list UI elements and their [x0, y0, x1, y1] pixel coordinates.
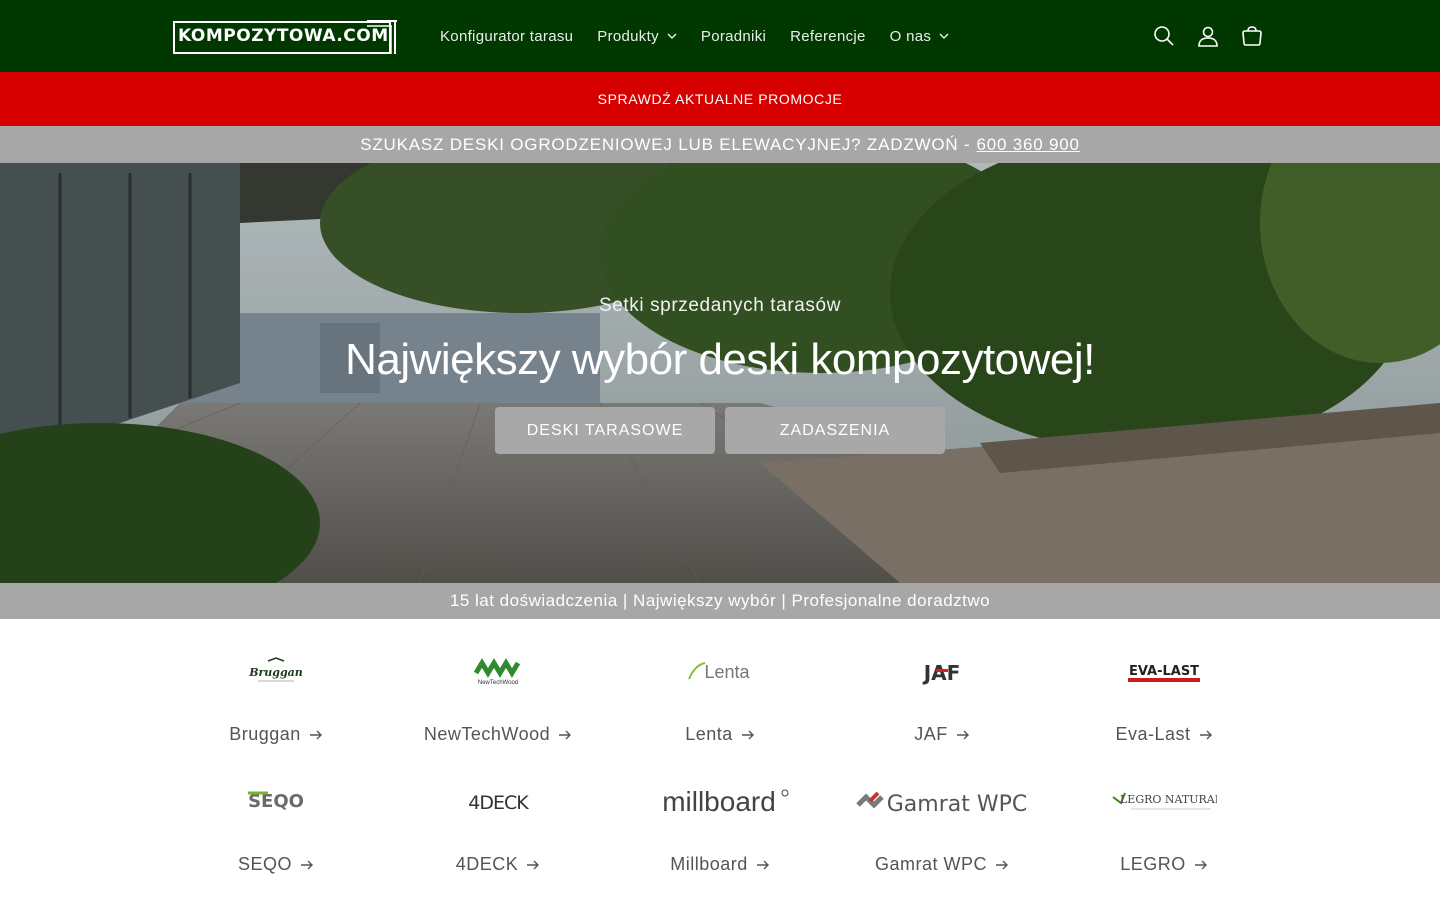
arrow-right-icon	[741, 730, 754, 739]
svg-text:Gamrat WPC: Gamrat WPC	[887, 792, 1028, 817]
brand-name: Millboard	[670, 854, 748, 874]
arrow-right-icon	[309, 730, 322, 739]
brand-card-jaf[interactable]: JAF JAF	[831, 640, 1053, 752]
jaf-logo[interactable]: JAF	[831, 640, 1053, 704]
nav-item-label: Produkty	[597, 27, 659, 45]
4deck-logo[interactable]: 4DECK	[387, 770, 609, 834]
brand-card-seqo[interactable]: SEQO SEQO	[165, 770, 387, 882]
hero-buttons: DESKI TARASOWE ZADASZENIA	[495, 407, 945, 454]
hero-title: Największy wybór deski kompozytowej!	[345, 335, 1095, 384]
brand-name: Eva-Last	[1115, 724, 1191, 744]
svg-text:Bruggan: Bruggan	[248, 666, 303, 679]
svg-text:millboard: millboard	[662, 786, 776, 817]
brand-link[interactable]: Lenta	[609, 724, 831, 745]
svg-text:LEGRO NATURAL: LEGRO NATURAL	[1120, 793, 1217, 806]
phone-bar-text: SZUKASZ DESKI OGRODZENIOWEJ LUB ELEWACYJ…	[360, 134, 971, 154]
brands-grid: Bruggan Bruggan NewTechWood NewTechWood …	[165, 640, 1275, 882]
arrow-right-icon	[301, 860, 313, 869]
nav-item-label: O nas	[889, 27, 932, 45]
promo-text: SPRAWDŹ AKTUALNE PROMOCJE	[597, 91, 843, 107]
svg-text:NewTechWood: NewTechWood	[478, 680, 518, 686]
brand-link[interactable]: SEQO	[165, 854, 387, 875]
brand-name: Bruggan	[229, 724, 301, 744]
brand-link[interactable]: 4DECK	[387, 854, 609, 875]
brand-link[interactable]: Eva-Last	[1053, 724, 1275, 745]
phone-bar: SZUKASZ DESKI OGRODZENIOWEJ LUB ELEWACYJ…	[0, 126, 1440, 163]
brand-card-lenta[interactable]: Lenta Lenta	[609, 640, 831, 752]
brand-name: LEGRO	[1120, 854, 1186, 874]
site-logo[interactable]: KOMPOZYTOWA.COM	[173, 18, 397, 54]
brand-name: JAF	[914, 724, 948, 744]
arrow-right-icon	[527, 860, 540, 869]
newtechwood-logo[interactable]: NewTechWood	[387, 640, 609, 704]
brand-card-4deck[interactable]: 4DECK 4DECK	[387, 770, 609, 882]
brand-link[interactable]: JAF	[831, 724, 1053, 745]
logo-text: KOMPOZYTOWA.COM	[178, 26, 389, 46]
main-nav: Konfigurator tarasu Produkty Poradniki R…	[428, 0, 961, 72]
legro-logo[interactable]: LEGRO NATURAL	[1053, 770, 1275, 834]
seqo-logo[interactable]: SEQO	[165, 770, 387, 834]
account-icon[interactable]	[1196, 22, 1220, 50]
brand-name: Gamrat WPC	[874, 854, 987, 874]
bruggan-logo[interactable]: Bruggan	[165, 640, 387, 704]
svg-text:Lenta: Lenta	[704, 662, 750, 682]
arrow-right-icon	[756, 860, 769, 869]
brand-name: 4DECK	[455, 854, 519, 874]
nav-item-o-nas[interactable]: O nas	[878, 16, 962, 56]
phone-link[interactable]: 600 360 900	[976, 135, 1079, 155]
arrow-right-icon	[559, 730, 572, 739]
brand-card-millboard[interactable]: millboard Millboard	[609, 770, 831, 882]
hero-subtitle: Setki sprzedanych tarasów	[598, 295, 842, 316]
chevron-down-icon	[667, 33, 677, 39]
nav-item-poradniki[interactable]: Poradniki	[689, 16, 778, 56]
info-bar: 15 lat doświadczenia | Największy wybór …	[0, 583, 1440, 619]
brand-card-bruggan[interactable]: Bruggan Bruggan	[165, 640, 387, 752]
svg-text:4DECK: 4DECK	[468, 792, 529, 814]
arrow-right-icon	[1199, 730, 1212, 739]
info-bar-text: 15 lat doświadczenia | Największy wybór …	[449, 591, 991, 610]
brand-card-gamrat[interactable]: Gamrat WPC Gamrat WPC	[831, 770, 1053, 882]
hero-content: Setki sprzedanych tarasów Największy wyb…	[0, 163, 1440, 583]
brand-name: SEQO	[237, 854, 292, 874]
nav-item-produkty[interactable]: Produkty	[585, 16, 689, 56]
lenta-logo[interactable]: Lenta	[609, 640, 831, 704]
gamrat-logo[interactable]: Gamrat WPC	[831, 770, 1053, 834]
nav-item-label: Poradniki	[700, 27, 767, 45]
site-header: KOMPOZYTOWA.COM Konfigurator tarasu Prod…	[0, 0, 1440, 72]
arrow-right-icon	[956, 730, 969, 739]
brand-card-legro[interactable]: LEGRO NATURAL LEGRO	[1053, 770, 1275, 882]
zadaszenia-button[interactable]: ZADASZENIA	[725, 407, 945, 454]
nav-item-konfigurator[interactable]: Konfigurator tarasu	[428, 16, 585, 56]
brand-link[interactable]: NewTechWood	[387, 724, 609, 745]
nav-item-label: Konfigurator tarasu	[440, 27, 574, 45]
search-icon[interactable]	[1152, 22, 1176, 50]
brand-name: Lenta	[685, 724, 733, 744]
eva-last-logo[interactable]: EVA-LAST	[1053, 640, 1275, 704]
brand-card-newtechwood[interactable]: NewTechWood NewTechWood	[387, 640, 609, 752]
nav-item-referencje[interactable]: Referencje	[778, 16, 878, 56]
chevron-down-icon	[939, 33, 949, 39]
svg-text:JAF: JAF	[922, 661, 961, 685]
brand-link[interactable]: Gamrat WPC	[831, 854, 1053, 875]
promo-banner[interactable]: SPRAWDŹ AKTUALNE PROMOCJE	[0, 72, 1440, 126]
brand-link[interactable]: LEGRO	[1053, 854, 1275, 875]
brand-link[interactable]: Millboard	[609, 854, 831, 875]
millboard-logo[interactable]: millboard	[609, 770, 831, 834]
arrow-right-icon	[1194, 860, 1207, 869]
deski-tarasowe-button[interactable]: DESKI TARASOWE	[495, 407, 715, 454]
cart-icon[interactable]	[1240, 22, 1264, 50]
nav-item-label: Referencje	[790, 27, 866, 45]
brand-card-eva-last[interactable]: EVA-LAST Eva-Last	[1053, 640, 1275, 752]
svg-text:EVA-LAST: EVA-LAST	[1129, 664, 1199, 679]
brand-link[interactable]: Bruggan	[165, 724, 387, 745]
hero-banner: Setki sprzedanych tarasów Największy wyb…	[0, 163, 1440, 583]
brand-name: NewTechWood	[423, 724, 551, 744]
header-icons	[1152, 22, 1264, 50]
arrow-right-icon	[996, 860, 1008, 869]
